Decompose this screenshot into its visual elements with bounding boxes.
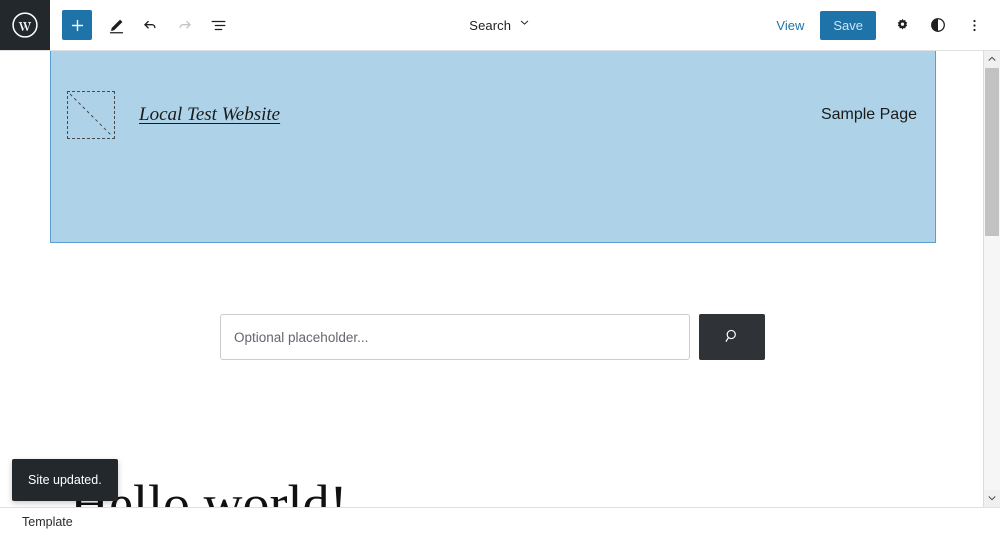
toolbar-left-group	[50, 0, 234, 50]
chevron-up-icon	[987, 51, 997, 69]
settings-button[interactable]	[886, 9, 918, 41]
scrollbar-track[interactable]	[984, 68, 1000, 490]
vertical-scrollbar[interactable]	[983, 51, 1000, 507]
breadcrumb[interactable]: Template	[22, 515, 73, 529]
list-view-button[interactable]	[202, 9, 234, 41]
undo-button[interactable]	[134, 9, 166, 41]
three-dots-vertical-icon	[966, 17, 983, 34]
document-title-bar[interactable]: Search	[234, 0, 766, 50]
editor-footer-bar: Template	[0, 507, 1000, 535]
wordpress-logo-icon[interactable]	[0, 0, 50, 50]
chevron-down-icon	[987, 490, 997, 508]
pencil-edit-icon	[107, 16, 126, 35]
add-block-button[interactable]	[62, 10, 92, 40]
search-input[interactable]	[220, 314, 690, 360]
image-placeholder-icon[interactable]	[67, 91, 115, 139]
redo-arrow-icon	[175, 16, 194, 35]
styles-button[interactable]	[922, 9, 954, 41]
toolbar-right-group: View Save	[766, 0, 1000, 50]
editor-body: Local Test Website Sample Page Optional …	[0, 51, 1000, 507]
scroll-down-button[interactable]	[984, 490, 1000, 507]
list-view-icon	[209, 16, 228, 35]
site-header-block[interactable]: Local Test Website Sample Page	[50, 51, 936, 243]
contrast-half-circle-icon	[929, 16, 947, 34]
edit-tool-button[interactable]	[100, 9, 132, 41]
editor-toolbar: Search View Save	[0, 0, 1000, 51]
scroll-up-button[interactable]	[984, 51, 1000, 68]
gear-icon	[894, 17, 911, 34]
view-site-button[interactable]: View	[766, 12, 814, 39]
chevron-down-icon	[518, 16, 531, 34]
search-magnifier-icon	[723, 327, 741, 348]
more-options-button[interactable]	[958, 9, 990, 41]
site-title[interactable]: Local Test Website	[139, 104, 280, 126]
save-button[interactable]: Save	[820, 10, 876, 40]
site-branding-group: Local Test Website	[67, 91, 280, 139]
wordpress-site-editor: Search View Save Local Test Website Samp…	[0, 0, 1000, 535]
site-header-content: Local Test Website Sample Page	[67, 91, 917, 139]
redo-button[interactable]	[168, 9, 200, 41]
nav-item-sample-page[interactable]: Sample Page	[821, 106, 917, 124]
scrollbar-thumb[interactable]	[985, 68, 999, 236]
document-title: Search	[469, 17, 512, 33]
editor-canvas: Local Test Website Sample Page Optional …	[0, 51, 983, 507]
snackbar-notice[interactable]: Site updated.	[12, 459, 118, 501]
undo-arrow-icon	[141, 16, 160, 35]
search-block	[220, 314, 765, 360]
search-submit-button[interactable]	[699, 314, 765, 360]
editor-canvas-wrap: Local Test Website Sample Page Optional …	[0, 51, 983, 507]
